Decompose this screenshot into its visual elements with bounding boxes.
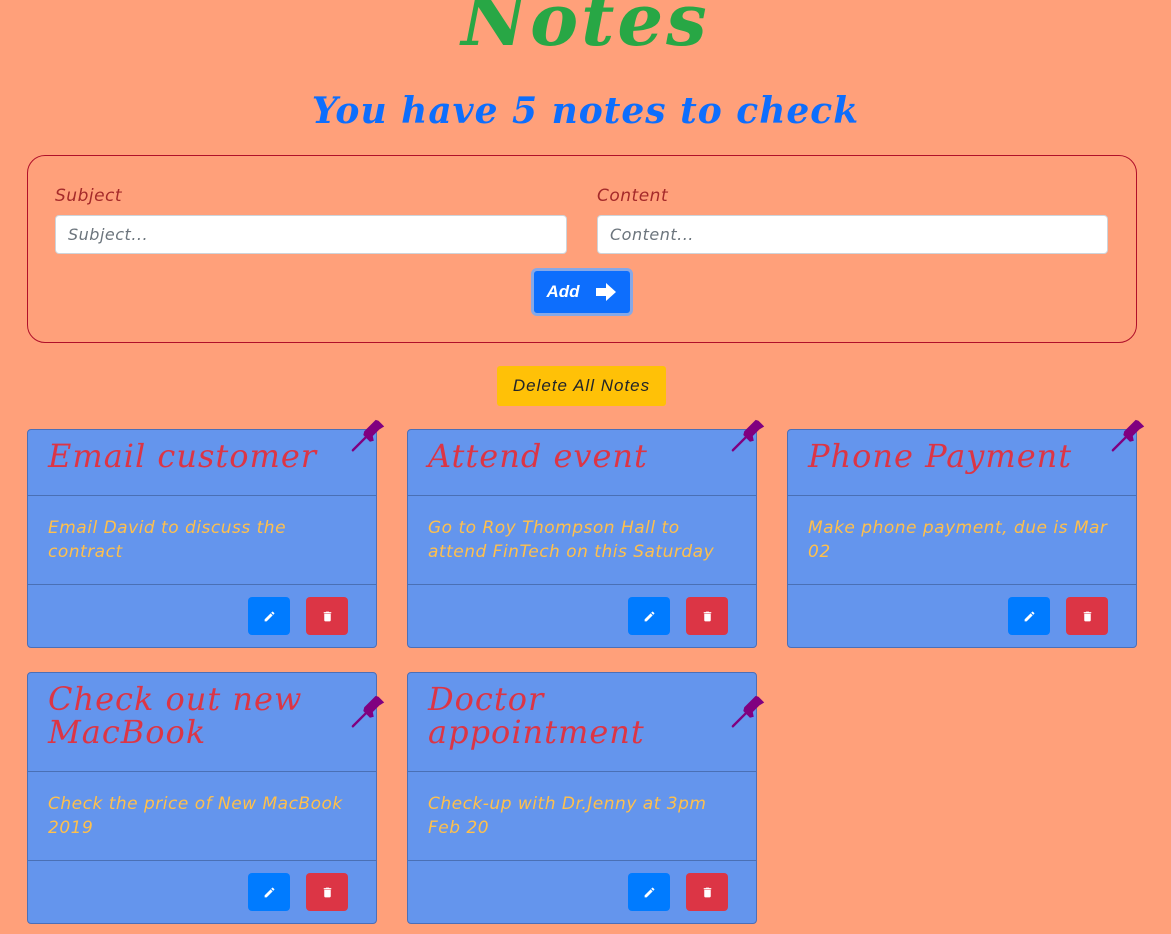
add-button-label: Add <box>546 282 580 301</box>
delete-note-button[interactable] <box>306 873 348 911</box>
edit-note-button[interactable] <box>628 873 670 911</box>
note-footer <box>28 585 376 647</box>
arrow-right-icon <box>595 283 616 301</box>
subject-label: Subject <box>55 186 123 206</box>
note-body: Email David to discuss the contract <box>28 496 376 585</box>
delete-all-notes-button[interactable]: Delete All Notes <box>497 366 666 406</box>
note-header: Check out new MacBook <box>28 673 385 772</box>
edit-note-button[interactable] <box>628 597 670 635</box>
delete-note-button[interactable] <box>1066 597 1108 635</box>
edit-note-button[interactable] <box>248 597 290 635</box>
pushpin-icon <box>351 419 385 452</box>
content-input[interactable] <box>597 215 1108 254</box>
notes-page: Notes You have 5 notes to check Subject … <box>0 0 1171 934</box>
note-content: Check-up with Dr.Jenny at 3pm Feb 20 <box>428 794 707 838</box>
pushpin-icon <box>731 695 765 728</box>
note-card: Attend event Go to Roy Thompson Hall to … <box>407 419 765 648</box>
note-title: Email customer <box>48 437 318 475</box>
note-body: Check the price of New MacBook 2019 <box>28 772 376 861</box>
note-title: Doctor appointment <box>428 680 645 751</box>
note-footer <box>788 585 1136 647</box>
add-note-button[interactable]: Add <box>531 268 633 316</box>
note-content: Go to Roy Thompson Hall to attend FinTec… <box>428 518 715 562</box>
content-label: Content <box>597 186 669 206</box>
pencil-icon <box>264 611 274 621</box>
note-header: Attend event <box>408 419 765 496</box>
trash-icon <box>703 611 711 621</box>
note-header: Doctor appointment <box>408 673 765 772</box>
note-content: Make phone payment, due is Mar 02 <box>808 518 1108 562</box>
delete-note-button[interactable] <box>686 597 728 635</box>
pushpin-icon <box>731 419 765 452</box>
app-title: Notes <box>461 0 710 62</box>
note-card: Check out new MacBook Check the price of… <box>27 672 385 924</box>
trash-icon <box>323 611 331 621</box>
trash-icon <box>323 887 331 897</box>
note-body: Go to Roy Thompson Hall to attend FinTec… <box>408 496 756 585</box>
edit-note-button[interactable] <box>248 873 290 911</box>
pencil-icon <box>1024 611 1034 621</box>
pencil-icon <box>264 887 274 897</box>
delete-note-button[interactable] <box>306 597 348 635</box>
edit-note-button[interactable] <box>1008 597 1050 635</box>
pencil-icon <box>644 611 654 621</box>
note-body: Check-up with Dr.Jenny at 3pm Feb 20 <box>408 772 756 861</box>
note-title: Attend event <box>428 437 648 475</box>
note-footer <box>408 585 756 647</box>
delete-note-button[interactable] <box>686 873 728 911</box>
note-card: Phone Payment Make phone payment, due is… <box>787 419 1145 648</box>
note-footer <box>28 861 376 923</box>
pushpin-icon <box>351 695 385 728</box>
note-header: Email customer <box>28 419 385 496</box>
note-footer <box>408 861 756 923</box>
note-content: Email David to discuss the contract <box>48 518 287 562</box>
note-title: Check out new MacBook <box>48 680 303 751</box>
notes-count-subtitle: You have 5 notes to check <box>311 90 860 132</box>
note-header: Phone Payment <box>788 419 1145 496</box>
note-title: Phone Payment <box>808 437 1073 475</box>
note-content: Check the price of New MacBook 2019 <box>48 794 343 838</box>
add-note-form: Subject Content Add <box>27 155 1137 343</box>
subject-input[interactable] <box>55 215 567 254</box>
trash-icon <box>1083 611 1091 621</box>
pencil-icon <box>644 887 654 897</box>
trash-icon <box>703 887 711 897</box>
note-body: Make phone payment, due is Mar 02 <box>788 496 1136 585</box>
pushpin-icon <box>1111 419 1145 452</box>
note-card: Doctor appointment Check-up with Dr.Jenn… <box>407 672 765 924</box>
note-card: Email customer Email David to discuss th… <box>27 419 385 648</box>
